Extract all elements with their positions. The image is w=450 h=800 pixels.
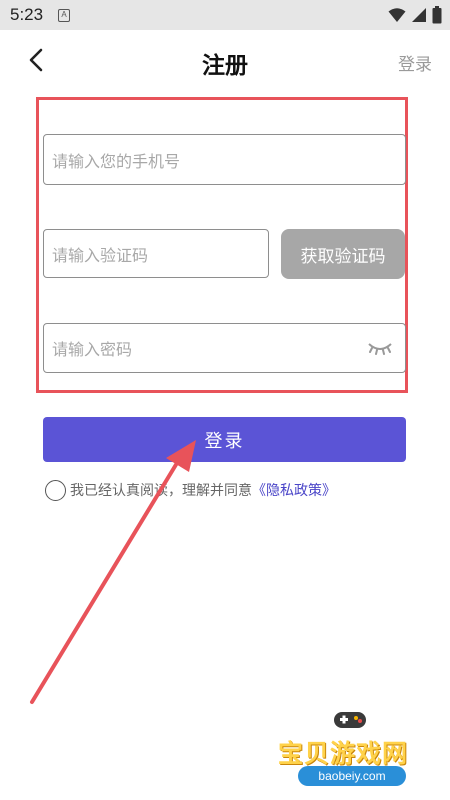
watermark-logo: 宝贝游戏网 baobeiy.com — [270, 706, 430, 796]
watermark-url: baobeiy.com — [298, 766, 406, 786]
privacy-policy-link[interactable]: 《隐私政策》 — [252, 480, 336, 500]
code-placeholder: 请输入验证码 — [52, 245, 149, 265]
agreement-text: 我已经认真阅读，理解并同意 — [70, 483, 252, 499]
page-title: 注册 — [202, 53, 248, 79]
gamepad-icon — [334, 712, 366, 728]
password-placeholder: 请输入密码 — [52, 340, 133, 359]
notification-icon: A — [58, 9, 70, 22]
nav-bar: 注册 登录 — [0, 30, 450, 90]
eye-closed-icon[interactable] — [367, 340, 393, 356]
login-link[interactable]: 登录 — [398, 50, 432, 75]
phone-input[interactable]: 请输入您的手机号 — [43, 134, 406, 185]
status-time: 5:23 — [10, 5, 44, 24]
wifi-icon — [388, 8, 406, 22]
get-code-button[interactable]: 获取验证码 — [281, 229, 405, 279]
signal-icon — [412, 8, 426, 22]
status-bar: 5:23 A — [0, 0, 450, 30]
phone-placeholder: 请输入您的手机号 — [52, 151, 181, 171]
watermark-name: 宝贝游戏网 — [278, 739, 409, 768]
password-input[interactable]: 请输入密码 — [43, 323, 406, 373]
verification-code-input[interactable]: 请输入验证码 — [43, 229, 269, 278]
status-icons — [388, 6, 442, 24]
login-button[interactable]: 登录 — [43, 417, 406, 462]
battery-icon — [432, 6, 442, 24]
agreement-checkbox[interactable] — [45, 479, 66, 501]
agreement-row: 我已经认真阅读，理解并同意 《隐私政策》 — [45, 479, 336, 501]
